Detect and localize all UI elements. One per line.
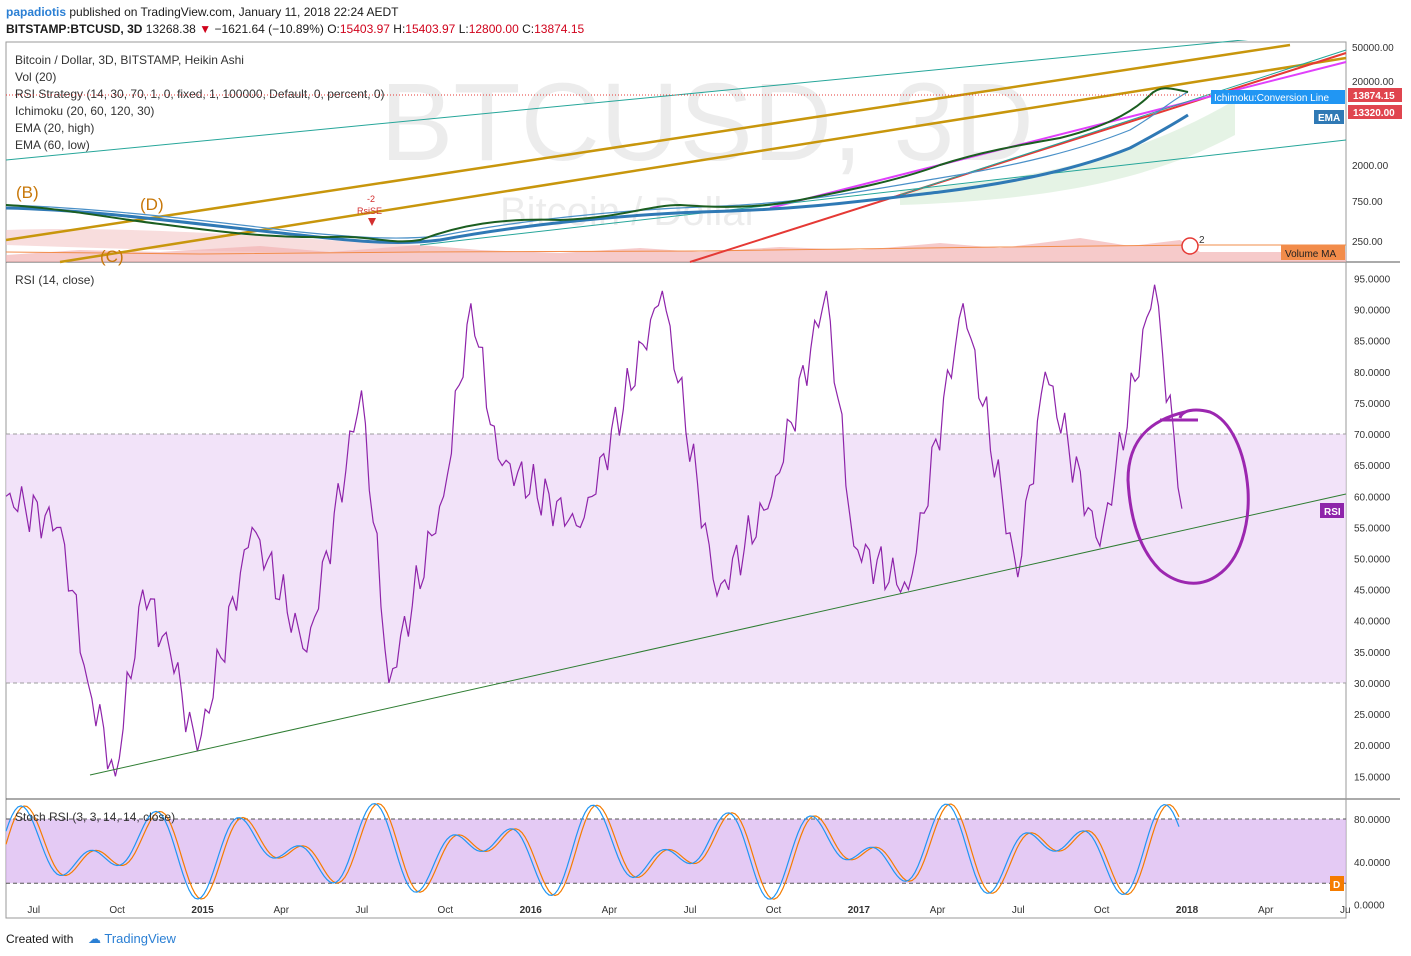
ohlc-close: 13874.15 xyxy=(534,22,585,36)
sell-arrow-icon[interactable] xyxy=(368,218,376,226)
ohlc-h-label: H: xyxy=(393,22,406,36)
rsi-tick: 95.0000 xyxy=(1354,274,1391,285)
rsi-tick: 50.0000 xyxy=(1354,555,1391,566)
legend-ichimoku[interactable]: Ichimoku (20, 60, 120, 30) xyxy=(15,104,154,118)
time-axis[interactable]: Jul Oct 2015 Apr Jul Oct 2016 Apr Jul Oct 2017 Apr J… xyxy=(27,905,1350,916)
rsi-tick: 80.0000 xyxy=(1354,368,1391,379)
stoch-tag-text: D xyxy=(1333,880,1340,891)
ema-tag-text: EMA xyxy=(1318,113,1340,124)
time-tick: Apr xyxy=(1258,905,1274,916)
stoch-rsi-pane[interactable]: 80.0000 40.0000 0.0000 Stoch RSI (3, 3, 14… xyxy=(5,802,1391,912)
rsi-tick: 25.0000 xyxy=(1354,710,1391,721)
rsi-tick: 90.0000 xyxy=(1354,306,1391,317)
tradingview-logo-link[interactable]: ☁ TradingView xyxy=(88,931,176,947)
chart-header: papadiotis published on TradingView.com,… xyxy=(0,0,1411,40)
price-legend: Bitcoin / Dollar, 3D, BITSTAMP, Heikin A… xyxy=(15,53,385,152)
stoch-band xyxy=(6,819,1346,884)
stoch-tick: 40.0000 xyxy=(1354,858,1391,869)
stoch-tick: 0.0000 xyxy=(1354,901,1385,912)
signal-name: RsiSE xyxy=(357,206,382,216)
legend-volume[interactable]: Vol (20) xyxy=(15,70,56,84)
price-tick: 50000.00 xyxy=(1352,43,1394,54)
legend-ema-low[interactable]: EMA (60, low) xyxy=(15,138,90,152)
ohlc-o-label: O: xyxy=(327,22,340,36)
publish-line: papadiotis published on TradingView.com,… xyxy=(6,5,398,19)
rsi-tick: 55.0000 xyxy=(1354,523,1391,534)
rsi-axis[interactable]: 95.0000 90.0000 85.0000 80.0000 75.0000 70.00… xyxy=(1354,274,1391,783)
time-tick: 2018 xyxy=(1176,905,1199,916)
legend-ema-high[interactable]: EMA (20, high) xyxy=(15,121,94,135)
last-price: 13268.38 xyxy=(145,22,196,36)
time-tick: Oct xyxy=(438,905,454,916)
volume-ma-tag-text: Volume MA xyxy=(1285,249,1336,260)
ohlc-l-label: L: xyxy=(458,22,469,36)
time-tick: 2015 xyxy=(191,905,214,916)
rsi-tick: 70.0000 xyxy=(1354,430,1391,441)
author-link[interactable]: papadiotis xyxy=(6,5,66,19)
events-badge: 2 xyxy=(1199,235,1205,246)
rsi-tick: 15.0000 xyxy=(1354,772,1391,783)
time-tick: Apr xyxy=(602,905,618,916)
signal-qty: -2 xyxy=(367,194,375,204)
rsi-tick: 65.0000 xyxy=(1354,461,1391,472)
price-axis[interactable]: 50000.00 20000.00 2000.00 750.00 250.00 … xyxy=(1348,43,1402,248)
stoch-tick: 80.0000 xyxy=(1354,815,1391,826)
price-tick: 20000.00 xyxy=(1352,77,1394,88)
ema-price-tag-text: 13320.00 xyxy=(1353,108,1395,119)
ohlc-low: 12800.00 xyxy=(468,22,519,36)
conversion-line-tag-text: Ichimoku:Conversion Line xyxy=(1214,93,1329,104)
wave-label-b: (B) xyxy=(16,183,39,202)
time-tick: Jul xyxy=(356,905,369,916)
time-tick: 2016 xyxy=(520,905,543,916)
time-tick: Oct xyxy=(109,905,125,916)
rsi-tick: 20.0000 xyxy=(1354,741,1391,752)
created-with-text: Created with xyxy=(6,932,74,946)
rsi-tick: 75.0000 xyxy=(1354,399,1391,410)
rsi-tick: 60.0000 xyxy=(1354,492,1391,503)
price-tick: 2000.00 xyxy=(1352,161,1389,172)
ohlc-open: 15403.97 xyxy=(339,22,390,36)
quote-line: BITSTAMP:BTCUSD, 3D 13268.38 ▼ −1621.64 … xyxy=(6,22,584,36)
down-arrow-icon: ▼ xyxy=(199,22,212,36)
brand-label: TradingView xyxy=(104,931,176,946)
time-tick: Oct xyxy=(766,905,782,916)
rsi-tick: 35.0000 xyxy=(1354,648,1391,659)
rsi-tag-text: RSI xyxy=(1324,507,1341,518)
ohlc-c-label: C: xyxy=(522,22,535,36)
rsi-tick: 85.0000 xyxy=(1354,337,1391,348)
wave-label-c: (C) xyxy=(100,247,124,266)
price-tick: 250.00 xyxy=(1352,237,1383,248)
chart-canvas[interactable]: BTCUSD, 3D Bitcoin / Dollar (B) (D) (C) … xyxy=(0,40,1411,926)
published-text: published on TradingView.com, January 11… xyxy=(69,5,399,19)
time-tick: Jul xyxy=(684,905,697,916)
time-tick: Oct xyxy=(1094,905,1110,916)
stoch-axis[interactable]: 80.0000 40.0000 0.0000 xyxy=(1354,815,1391,912)
time-tick: Apr xyxy=(930,905,946,916)
footer: Created with ☁ TradingView xyxy=(0,926,1411,956)
stoch-title[interactable]: Stoch RSI (3, 3, 14, 14, close) xyxy=(15,810,175,824)
events-flag-icon[interactable] xyxy=(1181,237,1199,255)
time-tick: Apr xyxy=(273,905,289,916)
time-tick: 2017 xyxy=(848,905,871,916)
legend-symbol[interactable]: Bitcoin / Dollar, 3D, BITSTAMP, Heikin A… xyxy=(15,53,244,67)
rsi-title[interactable]: RSI (14, close) xyxy=(15,273,94,287)
time-tick: Jul xyxy=(27,905,40,916)
price-change: −1621.64 (−10.89%) xyxy=(214,22,324,36)
symbol-label: BITSTAMP:BTCUSD, 3D xyxy=(6,22,143,36)
rsi-pane[interactable]: 95.0000 90.0000 85.0000 80.0000 75.0000 70.00… xyxy=(5,273,1391,783)
rsi-tick: 45.0000 xyxy=(1354,586,1391,597)
price-tick: 750.00 xyxy=(1352,197,1383,208)
wave-label-d: (D) xyxy=(140,195,164,214)
rsi-band xyxy=(6,434,1346,683)
price-pane[interactable]: BTCUSD, 3D Bitcoin / Dollar (B) (D) (C) … xyxy=(5,40,1402,266)
ohlc-high: 15403.97 xyxy=(405,22,456,36)
time-tick: Jul xyxy=(1012,905,1025,916)
legend-rsi-strategy[interactable]: RSI Strategy (14, 30, 70, 1, 0, fixed, 1… xyxy=(15,87,385,101)
time-tick: Ju xyxy=(1340,905,1351,916)
rsi-tick: 30.0000 xyxy=(1354,679,1391,690)
rsi-tick: 40.0000 xyxy=(1354,617,1391,628)
last-price-tag-text: 13874.15 xyxy=(1353,91,1395,102)
